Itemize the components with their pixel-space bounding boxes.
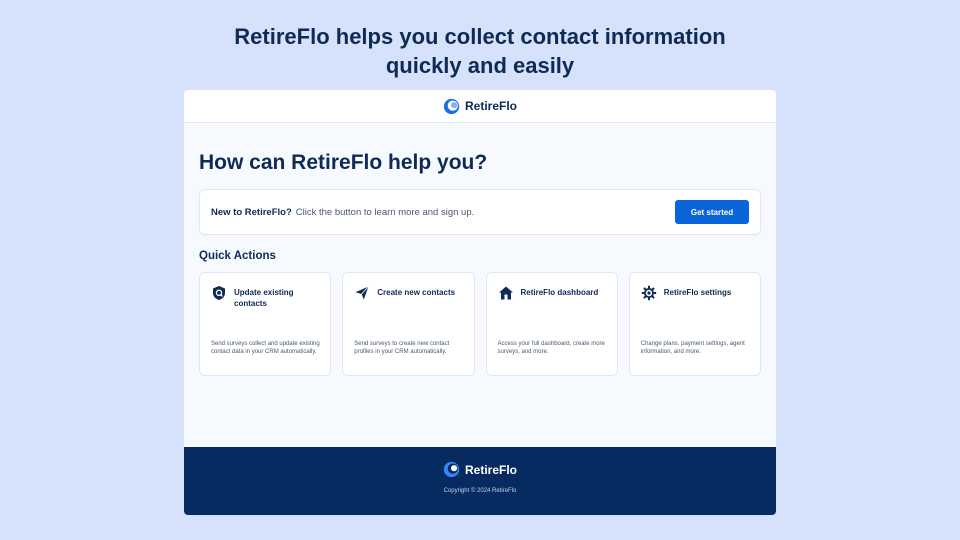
get-started-button[interactable]: Get started: [675, 200, 749, 224]
footer-brand-name: RetireFlo: [464, 462, 517, 477]
top-bar: RetireFlo: [184, 90, 776, 123]
action-description: Send surveys collect and update existing…: [211, 341, 320, 356]
action-title: RetireFlo settings: [663, 288, 732, 297]
action-description: Change plans, payment settings, agent in…: [640, 341, 745, 356]
retireflo-logo-icon: [443, 461, 460, 478]
hero-title-line-1: RetireFlo helps you collect contact info…: [234, 24, 726, 49]
action-description: Send surveys to create new contact profi…: [354, 341, 450, 356]
quick-actions-list: Update existing contacts Send surveys co…: [199, 272, 761, 376]
footer: RetireFlo Copyright © 2024 RetireFlo: [184, 447, 776, 515]
app-frame: RetireFlo How can RetireFlo help you? Ne…: [184, 90, 776, 515]
copyright-text: Copyright © 2024 RetireFlo: [443, 488, 517, 494]
page-title: How can RetireFlo help you?: [199, 151, 488, 174]
hero-title: RetireFlo helps you collect contact info…: [0, 22, 960, 80]
action-card-dashboard[interactable]: RetireFlo dashboard Access your full das…: [485, 272, 618, 376]
main-content: How can RetireFlo help you? New to Retir…: [184, 151, 776, 376]
signup-description: Click the button to learn more and sign …: [295, 206, 475, 218]
action-description: Access your full dashboard, create more …: [497, 341, 605, 356]
signup-card: New to RetireFlo? Click the button to le…: [199, 189, 761, 235]
footer-brand: RetireFlo: [443, 461, 517, 478]
hero-title-line-2: quickly and easily: [385, 53, 575, 78]
action-title: Create new contacts: [377, 288, 456, 297]
action-card-create-contacts[interactable]: Create new contacts Send surveys to crea…: [342, 272, 475, 376]
action-title: Update existing contacts: [234, 288, 294, 308]
retireflo-logo-icon: [443, 98, 460, 114]
home-icon: [498, 286, 513, 300]
action-card-update-contacts[interactable]: Update existing contacts Send surveys co…: [199, 272, 332, 376]
brand-name: RetireFlo: [464, 99, 517, 113]
quick-actions-heading: Quick Actions: [199, 250, 276, 262]
signup-prompt: New to RetireFlo?: [211, 206, 292, 218]
shield-icon: [213, 286, 225, 300]
action-title: RetireFlo dashboard: [520, 288, 599, 297]
gear-icon: [641, 285, 656, 301]
paper-plane-icon: [355, 286, 370, 300]
action-card-settings[interactable]: RetireFlo settings Change plans, payment…: [628, 272, 761, 376]
